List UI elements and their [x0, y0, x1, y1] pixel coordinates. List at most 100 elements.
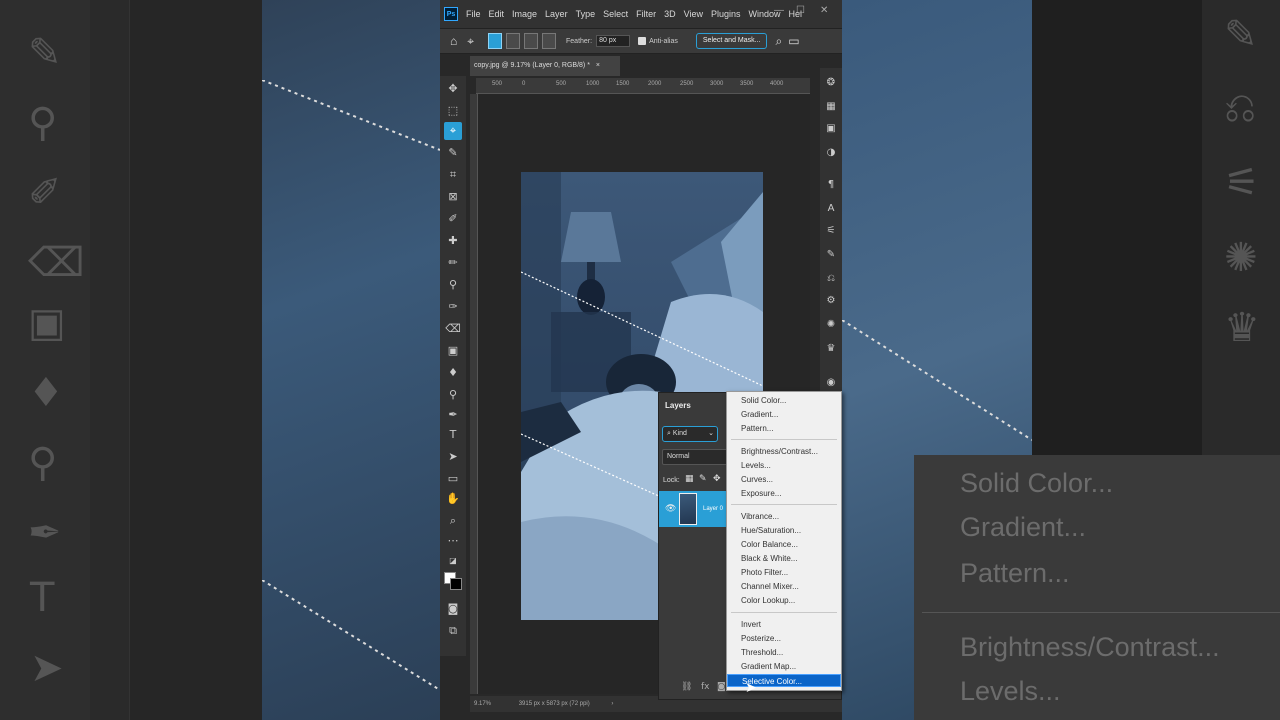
- libraries-icon[interactable]: ◉: [824, 376, 838, 390]
- menu-vibrance[interactable]: Vibrance...: [727, 510, 841, 523]
- color-icon[interactable]: ❂: [824, 76, 838, 90]
- background-color-swatch[interactable]: [450, 578, 462, 590]
- zoom-icon[interactable]: ⌕: [444, 512, 462, 530]
- glyphs-icon[interactable]: ⚟: [824, 224, 838, 238]
- histogram-icon[interactable]: ♛: [824, 342, 838, 356]
- marquee-icon[interactable]: ⬚: [444, 102, 462, 120]
- healing-brush-icon[interactable]: ✚: [444, 232, 462, 250]
- close-window-button[interactable]: ✕: [820, 5, 828, 16]
- menu-channel-mixer[interactable]: Channel Mixer...: [727, 580, 841, 593]
- history-brush-icon[interactable]: ✑: [444, 298, 462, 316]
- brush-settings-icon[interactable]: ✎: [824, 248, 838, 262]
- intersect-selection-mode[interactable]: [542, 33, 557, 49]
- quick-selection-icon[interactable]: ✎: [444, 144, 462, 162]
- status-arrow-icon[interactable]: ›: [611, 701, 613, 707]
- menu-exposure[interactable]: Exposure...: [727, 487, 841, 500]
- menu-pattern[interactable]: Pattern...: [727, 422, 841, 435]
- character-icon[interactable]: A: [824, 202, 838, 216]
- more-tools-icon[interactable]: ⋯: [444, 532, 462, 550]
- menu-levels[interactable]: Levels...: [727, 459, 841, 472]
- menu-type[interactable]: Type: [576, 9, 596, 19]
- menu-curves[interactable]: Curves...: [727, 473, 841, 486]
- clone-source-icon[interactable]: ⎌: [824, 272, 838, 286]
- add-mask-icon[interactable]: ◙: [717, 682, 726, 692]
- anti-alias-checkbox[interactable]: [638, 37, 647, 45]
- blur-icon[interactable]: ♦: [444, 364, 462, 382]
- maximize-button[interactable]: ☐: [796, 5, 805, 16]
- layer-thumbnail[interactable]: [679, 493, 697, 525]
- lock-position-icon[interactable]: ✥: [713, 474, 721, 484]
- move-icon[interactable]: ✥: [444, 80, 462, 98]
- gradients-icon[interactable]: ▣: [824, 122, 838, 136]
- add-selection-mode[interactable]: [506, 33, 521, 49]
- layer-style-fx-icon[interactable]: fx: [701, 682, 710, 692]
- menu-photo-filter[interactable]: Photo Filter...: [727, 566, 841, 579]
- menu-color-balance[interactable]: Color Balance...: [727, 538, 841, 551]
- menu-color-lookup[interactable]: Color Lookup...: [727, 594, 841, 607]
- close-tab-icon[interactable]: ×: [596, 62, 600, 69]
- menu-gradient-map[interactable]: Gradient Map...: [727, 660, 841, 673]
- polygonal-lasso-icon[interactable]: ⌖: [444, 122, 462, 140]
- bg-gradient-icon: ▣: [28, 300, 66, 346]
- pen-icon[interactable]: ✒: [444, 406, 462, 424]
- blend-mode-select[interactable]: Normal: [662, 449, 728, 465]
- dodge-icon[interactable]: ⚲: [444, 386, 462, 404]
- menu-view[interactable]: View: [684, 9, 703, 19]
- menu-threshold[interactable]: Threshold...: [727, 646, 841, 659]
- hand-icon[interactable]: ✋: [444, 490, 462, 508]
- search-icon[interactable]: ⌕: [775, 34, 782, 49]
- menu-image[interactable]: Image: [512, 9, 537, 19]
- subtract-selection-mode[interactable]: [524, 33, 539, 49]
- home-icon[interactable]: ⌂: [450, 34, 457, 48]
- gradient-icon[interactable]: ▣: [444, 342, 462, 360]
- layer-visibility-eye-icon[interactable]: 👁: [665, 504, 676, 514]
- eraser-icon[interactable]: ⌫: [444, 320, 462, 338]
- patterns-icon[interactable]: ◑: [824, 146, 838, 160]
- crop-icon[interactable]: ⌗: [444, 166, 462, 184]
- workspace-icon[interactable]: ▭: [788, 34, 799, 48]
- polygonal-lasso-preset-icon[interactable]: ⌖: [467, 34, 474, 49]
- select-and-mask-button[interactable]: Select and Mask...: [695, 33, 768, 49]
- adjustment-layer-menu: Solid Color... Gradient... Pattern... Br…: [726, 391, 842, 691]
- rectangle-icon[interactable]: ▭: [444, 470, 462, 488]
- brush-icon[interactable]: ✏: [444, 254, 462, 272]
- default-colors-icon[interactable]: ◪: [444, 552, 462, 570]
- menu-file[interactable]: File: [466, 9, 481, 19]
- link-layers-icon[interactable]: ⛓: [681, 682, 692, 692]
- zoom-level[interactable]: 9.17%: [474, 701, 491, 707]
- menu-black-white[interactable]: Black & White...: [727, 552, 841, 565]
- menu-plugins[interactable]: Plugins: [711, 9, 741, 19]
- menu-3d[interactable]: 3D: [664, 9, 676, 19]
- menu-select[interactable]: Select: [603, 9, 628, 19]
- document-tab[interactable]: copy.jpg @ 9.17% (Layer 0, RGB/8) * ×: [470, 56, 620, 76]
- paragraph-icon[interactable]: ¶: [824, 178, 838, 192]
- feather-input[interactable]: 80 px: [596, 35, 631, 47]
- type-icon[interactable]: T: [444, 426, 462, 444]
- menu-gradient[interactable]: Gradient...: [727, 408, 841, 421]
- menu-invert[interactable]: Invert: [727, 618, 841, 631]
- menu-edit[interactable]: Edit: [489, 9, 505, 19]
- navigator-icon[interactable]: ✺: [824, 318, 838, 332]
- adjustments-icon[interactable]: ⚙: [824, 294, 838, 308]
- document-title: copy.jpg @ 9.17% (Layer 0, RGB/8) *: [474, 62, 590, 69]
- new-selection-mode[interactable]: [488, 33, 503, 49]
- menu-layer[interactable]: Layer: [545, 9, 568, 19]
- menu-brightness-contrast[interactable]: Brightness/Contrast...: [727, 445, 841, 458]
- eyedropper-icon[interactable]: ✐: [444, 210, 462, 228]
- menu-filter[interactable]: Filter: [636, 9, 656, 19]
- quick-mask-icon[interactable]: ◙: [444, 600, 462, 618]
- clone-stamp-icon[interactable]: ⚲: [444, 276, 462, 294]
- layer-kind-filter[interactable]: ⌕ Kind ⌄: [662, 426, 718, 442]
- minimize-button[interactable]: —: [774, 5, 784, 16]
- lock-transparent-icon[interactable]: ▦: [685, 474, 694, 484]
- path-selection-icon[interactable]: ➤: [444, 448, 462, 466]
- layers-panel-title[interactable]: Layers: [665, 401, 691, 410]
- lock-pixels-icon[interactable]: ✎: [699, 474, 707, 484]
- menu-solid-color[interactable]: Solid Color...: [727, 394, 841, 407]
- menu-hue-saturation[interactable]: Hue/Saturation...: [727, 524, 841, 537]
- swatches-icon[interactable]: ▦: [824, 100, 838, 114]
- screen-mode-icon[interactable]: ⧉: [444, 622, 462, 640]
- menu-posterize[interactable]: Posterize...: [727, 632, 841, 645]
- frame-icon[interactable]: ⊠: [444, 188, 462, 206]
- layer-name[interactable]: Layer 0: [703, 506, 723, 512]
